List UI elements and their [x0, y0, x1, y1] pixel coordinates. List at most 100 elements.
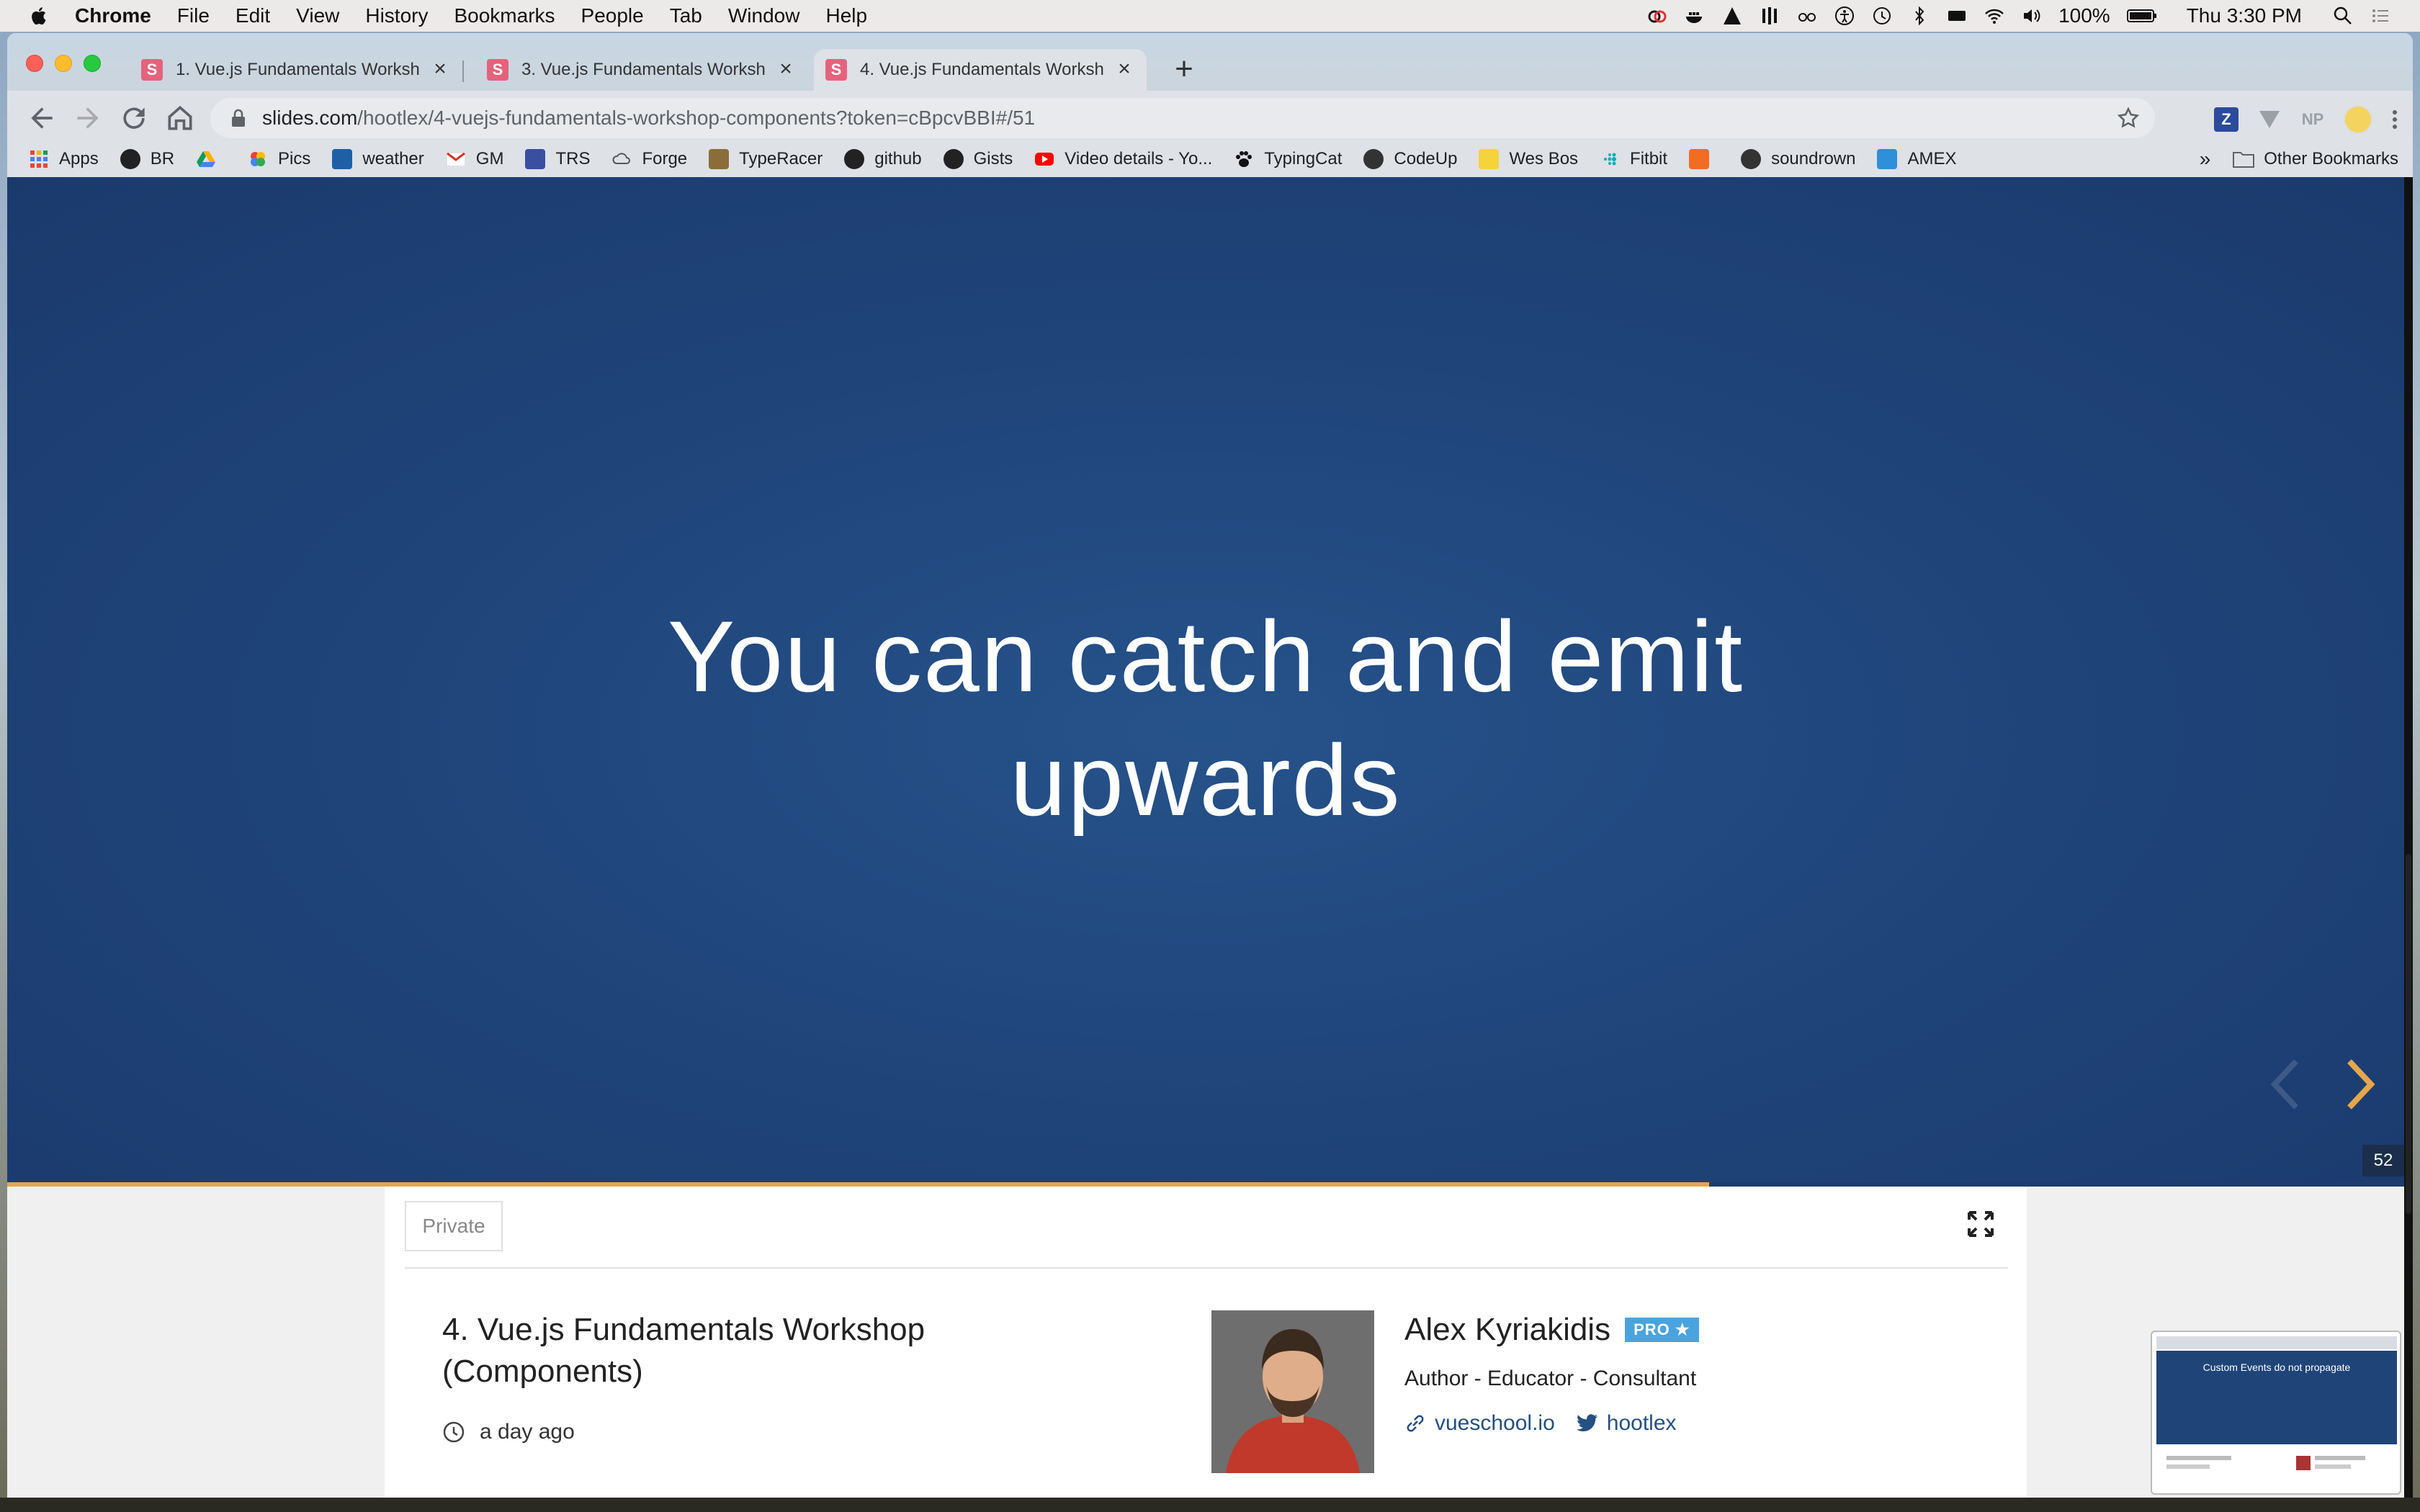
bookmark-apps[interactable]: Apps: [29, 149, 99, 169]
tab-3[interactable]: S 3. Vue.js Fundamentals Worksh ×: [475, 49, 808, 91]
bookmark-video-details[interactable]: Video details - Yo...: [1034, 149, 1212, 169]
globe-icon: [1741, 149, 1762, 169]
menu-history[interactable]: History: [365, 4, 428, 27]
thumbnail-card-preview: [2166, 1456, 2365, 1470]
bookmark-typingcat[interactable]: TypingCat: [1234, 149, 1342, 169]
presentation-slide[interactable]: You can catch and emit upwards 52: [7, 177, 2404, 1187]
menu-bookmarks[interactable]: Bookmarks: [454, 4, 555, 27]
menu-edit[interactable]: Edit: [236, 4, 270, 27]
previous-slide-chevron-icon[interactable]: [2264, 1056, 2308, 1113]
next-slide-chevron-icon[interactable]: [2338, 1056, 2381, 1113]
deck-timestamp: a day ago: [442, 1420, 575, 1444]
glasses-icon[interactable]: [1796, 5, 1818, 27]
bookmark-github[interactable]: github: [844, 149, 922, 169]
bookmark-label: AMEX: [1907, 149, 1957, 168]
tab-title: 4. Vue.js Fundamentals Worksh: [860, 60, 1104, 79]
menu-file[interactable]: File: [177, 4, 210, 27]
bookmark-typeracer[interactable]: TypeRacer: [709, 149, 823, 169]
np-extension-icon[interactable]: NP: [2300, 107, 2325, 132]
scrollbar-thumb[interactable]: [2406, 854, 2411, 1214]
bookmark-gists[interactable]: Gists: [943, 149, 1013, 169]
forward-arrow-icon[interactable]: [72, 102, 104, 134]
bookmark-label: TRS: [555, 149, 591, 168]
crown-icon: [1479, 149, 1500, 169]
other-bookmarks-folder[interactable]: Other Bookmarks: [2232, 149, 2398, 169]
apple-logo-icon[interactable]: [29, 5, 50, 27]
menu-window[interactable]: Window: [728, 4, 800, 27]
screenshot-thumbnail[interactable]: Custom Events do not propagate: [2151, 1331, 2401, 1495]
zoom-window-button[interactable]: [84, 55, 101, 72]
thumbnail-browser-bar: [2156, 1336, 2397, 1349]
reload-icon[interactable]: [118, 102, 150, 134]
card-divider: [405, 1267, 2008, 1269]
bookmark-amex[interactable]: AMEX: [1877, 149, 1957, 169]
notification-center-icon[interactable]: [2370, 5, 2391, 27]
author-twitter-link[interactable]: hootlex: [1575, 1411, 1677, 1436]
browser-window: S 1. Vue.js Fundamentals Worksh × S 3. V…: [7, 33, 2413, 1498]
volume-icon[interactable]: [2021, 5, 2043, 27]
bookmark-star-icon[interactable]: [2116, 106, 2141, 130]
menu-app-chrome[interactable]: Chrome: [75, 4, 151, 27]
author-avatar[interactable]: [1211, 1310, 1374, 1473]
bookmark-wes-bos[interactable]: Wes Bos: [1479, 149, 1578, 169]
time-machine-icon[interactable]: [1871, 5, 1893, 27]
bookmark-gm[interactable]: GM: [446, 149, 503, 169]
bookmark-fitbit[interactable]: Fitbit: [1600, 149, 1667, 169]
menu-tab[interactable]: Tab: [670, 4, 702, 27]
close-tab-icon[interactable]: ×: [1113, 58, 1135, 81]
fullscreen-icon[interactable]: [1966, 1210, 1995, 1238]
bookmark-br[interactable]: BR: [120, 149, 174, 169]
tab-1[interactable]: S 1. Vue.js Fundamentals Worksh ×: [130, 49, 462, 91]
wifi-icon[interactable]: [1984, 5, 2005, 27]
menubar-clock[interactable]: Thu 3:30 PM: [2187, 4, 2302, 27]
minimize-window-button[interactable]: [55, 55, 72, 72]
pro-badge: PRO ★: [1625, 1318, 1699, 1342]
bookmark-forge[interactable]: Forge: [611, 149, 687, 169]
bookmark-trs[interactable]: TRS: [525, 149, 590, 169]
address-bar[interactable]: slides.com/hootlex/4-vuejs-fundamentals-…: [210, 98, 2155, 138]
bookmark-drive[interactable]: [196, 149, 226, 169]
new-tab-button[interactable]: +: [1168, 53, 1200, 86]
thumbnail-slide-title: Custom Events do not propagate: [2202, 1362, 2351, 1373]
chrome-menu-icon[interactable]: [2391, 107, 2398, 132]
docker-icon[interactable]: [1684, 5, 1706, 27]
github-icon: [120, 149, 140, 169]
more-bookmarks-chevron[interactable]: »: [2200, 148, 2211, 171]
close-window-button[interactable]: [26, 55, 43, 72]
zotero-extension-icon[interactable]: Z: [2214, 107, 2238, 132]
google-photos-icon: [251, 152, 266, 166]
home-icon[interactable]: [164, 102, 196, 134]
lock-icon[interactable]: [230, 109, 246, 127]
bookmark-orange-app[interactable]: [1689, 149, 1719, 169]
slide-heading: You can catch and emit upwards: [7, 595, 2404, 842]
back-arrow-icon[interactable]: [26, 102, 58, 134]
close-tab-icon[interactable]: ×: [775, 58, 797, 81]
apps-grid-icon: [30, 150, 48, 168]
battery-icon[interactable]: [2126, 5, 2158, 27]
page-scrollbar[interactable]: [2404, 177, 2413, 1498]
bookmarks-bar: Apps BR Pics weather GM TRS Forge TypeRa…: [7, 141, 2413, 177]
youtube-icon: [1035, 153, 1054, 166]
memory-icon[interactable]: [1946, 5, 1968, 27]
triangle-app-icon[interactable]: [1721, 5, 1743, 27]
menu-help[interactable]: Help: [825, 4, 867, 27]
bookmark-weather[interactable]: weather: [332, 149, 424, 169]
bookmark-codeup[interactable]: CodeUp: [1363, 149, 1457, 169]
creative-cloud-icon[interactable]: [1646, 5, 1668, 27]
accessibility-icon[interactable]: [1834, 5, 1855, 27]
spotlight-search-icon[interactable]: [2332, 5, 2354, 27]
menu-view[interactable]: View: [296, 4, 339, 27]
meter-icon[interactable]: [1759, 5, 1780, 27]
author-name[interactable]: Alex Kyriakidis PRO ★: [1404, 1312, 1699, 1348]
vue-devtools-extension-icon[interactable]: [2257, 107, 2282, 132]
tab-4-active[interactable]: S 4. Vue.js Fundamentals Worksh ×: [814, 49, 1147, 91]
menu-people[interactable]: People: [581, 4, 644, 27]
github-icon: [844, 149, 865, 169]
close-tab-icon[interactable]: ×: [429, 58, 451, 81]
profile-avatar[interactable]: [2344, 105, 2372, 134]
bookmark-pics[interactable]: Pics: [248, 149, 310, 169]
bookmark-soundrown[interactable]: soundrown: [1741, 149, 1855, 169]
author-website-link[interactable]: vueschool.io: [1404, 1411, 1555, 1436]
folder-icon: [2233, 152, 2255, 168]
bluetooth-icon[interactable]: [1909, 5, 1930, 27]
